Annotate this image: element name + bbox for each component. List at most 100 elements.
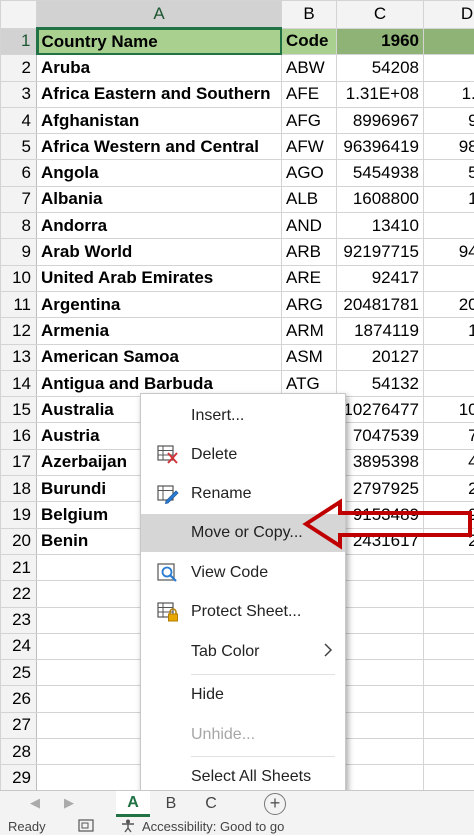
menu-item-tab-color[interactable]: Tab Color	[141, 633, 345, 671]
cell-1960[interactable]: 54132	[337, 370, 424, 396]
cell-1960-header[interactable]: 1960	[337, 28, 424, 55]
add-sheet-icon[interactable]: +	[264, 793, 286, 815]
cell-country-name[interactable]: Albania	[37, 186, 282, 212]
row-header[interactable]: 18	[1, 476, 37, 502]
row-header[interactable]: 15	[1, 397, 37, 423]
row-header[interactable]: 13	[1, 344, 37, 370]
cell-country-name[interactable]: United Arab Emirates	[37, 265, 282, 291]
menu-item-hide[interactable]: Hide	[141, 676, 345, 714]
cell-1960[interactable]: 1.31E+08	[337, 81, 424, 107]
row-header[interactable]: 4	[1, 107, 37, 133]
cell-1960[interactable]: 7047539	[337, 423, 424, 449]
cell-1961[interactable]: 10483	[424, 397, 474, 423]
cell-1960[interactable]	[337, 554, 424, 580]
cell-code[interactable]: AFW	[282, 134, 337, 160]
cell-1961[interactable]: 55	[424, 370, 474, 396]
cell-country-name[interactable]: Andorra	[37, 213, 282, 239]
cell-1960[interactable]: 1874119	[337, 318, 424, 344]
menu-item-view-code[interactable]: View Code	[141, 554, 345, 592]
cell-code[interactable]: AFG	[282, 107, 337, 133]
row-header[interactable]: 11	[1, 291, 37, 317]
cell-1961[interactable]: 94724	[424, 239, 474, 265]
cell-1960[interactable]: 8996967	[337, 107, 424, 133]
cell-country-name[interactable]: Africa Western and Central	[37, 134, 282, 160]
cell-1960[interactable]: 92197715	[337, 239, 424, 265]
next-sheet-icon[interactable]: ▶	[64, 795, 74, 811]
row-header[interactable]: 2	[1, 55, 37, 81]
cell-1961[interactable]: 7086	[424, 423, 474, 449]
cell-1960[interactable]: 1608800	[337, 186, 424, 212]
cell-code-header[interactable]: Code	[282, 28, 337, 55]
cell-1961[interactable]	[424, 607, 474, 633]
cell-1961[interactable]: 1941	[424, 318, 474, 344]
cell-1960[interactable]	[337, 581, 424, 607]
row-header[interactable]: 1	[1, 28, 37, 55]
cell-1960[interactable]	[337, 765, 424, 790]
cell-1961[interactable]	[424, 633, 474, 659]
select-all-corner[interactable]	[1, 1, 37, 29]
column-header-c[interactable]: C	[337, 1, 424, 29]
row-header[interactable]: 6	[1, 160, 37, 186]
row-header[interactable]: 25	[1, 660, 37, 686]
column-header-d[interactable]: D	[424, 1, 474, 29]
column-header-a[interactable]: A	[37, 1, 282, 29]
row-header[interactable]: 16	[1, 423, 37, 449]
cell-1961[interactable]	[424, 660, 474, 686]
cell-1961[interactable]: 9169	[424, 107, 474, 133]
cell-code[interactable]: ASM	[282, 344, 337, 370]
cell-code[interactable]: ALB	[282, 186, 337, 212]
cell-code[interactable]: AND	[282, 213, 337, 239]
sheet-tab-b[interactable]: B	[154, 791, 188, 817]
cell-country-name[interactable]: Angola	[37, 160, 282, 186]
row-header[interactable]: 3	[1, 81, 37, 107]
row-header[interactable]: 9	[1, 239, 37, 265]
previous-sheet-icon[interactable]: ◀	[30, 795, 40, 811]
cell-1961[interactable]	[424, 581, 474, 607]
cell-1961[interactable]: 5531	[424, 160, 474, 186]
cell-code[interactable]: ARE	[282, 265, 337, 291]
cell-country-name[interactable]: Aruba	[37, 55, 282, 81]
accessibility-status[interactable]: Accessibility: Good to go	[142, 819, 284, 834]
row-header[interactable]: 28	[1, 739, 37, 765]
row-header[interactable]: 5	[1, 134, 37, 160]
cell-country-name[interactable]: Africa Eastern and Southern	[37, 81, 282, 107]
row-header[interactable]: 20	[1, 528, 37, 554]
menu-item-delete[interactable]: Delete	[141, 436, 345, 474]
cell-1960[interactable]: 92417	[337, 265, 424, 291]
cell-code[interactable]: ARG	[282, 291, 337, 317]
row-header[interactable]: 29	[1, 765, 37, 790]
cell-1961[interactable]: 100	[424, 265, 474, 291]
cell-1961-header[interactable]: 1	[424, 28, 474, 55]
sheet-tab-a[interactable]: A	[116, 791, 150, 817]
row-header[interactable]: 27	[1, 712, 37, 738]
cell-country-name[interactable]: Armenia	[37, 318, 282, 344]
cell-1961[interactable]	[424, 712, 474, 738]
row-header[interactable]: 22	[1, 581, 37, 607]
sheet-tab-c[interactable]: C	[194, 791, 228, 817]
row-header[interactable]: 10	[1, 265, 37, 291]
cell-country-name[interactable]: Afghanistan	[37, 107, 282, 133]
cell-1960[interactable]: 96396419	[337, 134, 424, 160]
cell-1961[interactable]: 20	[424, 344, 474, 370]
cell-1960[interactable]	[337, 739, 424, 765]
cell-1960[interactable]: 20481781	[337, 291, 424, 317]
cell-1961[interactable]	[424, 686, 474, 712]
row-header[interactable]: 7	[1, 186, 37, 212]
cell-1961[interactable]: 55	[424, 55, 474, 81]
cell-1961[interactable]	[424, 765, 474, 790]
menu-item-insert[interactable]: Insert...	[141, 397, 345, 435]
cell-1960[interactable]: 54208	[337, 55, 424, 81]
cell-country-name[interactable]: American Samoa	[37, 344, 282, 370]
cell-code[interactable]: AGO	[282, 160, 337, 186]
cell-country-name[interactable]: Arab World	[37, 239, 282, 265]
cell-1960[interactable]: 13410	[337, 213, 424, 239]
row-header[interactable]: 14	[1, 370, 37, 396]
row-header[interactable]: 8	[1, 213, 37, 239]
menu-item-protect-sheet[interactable]: Protect Sheet...	[141, 593, 345, 631]
cell-1961[interactable]: 4030	[424, 449, 474, 475]
cell-1961[interactable]: 1659	[424, 186, 474, 212]
cell-1960[interactable]: 10276477	[337, 397, 424, 423]
cell-code[interactable]: AFE	[282, 81, 337, 107]
cell-1961[interactable]: 20817	[424, 291, 474, 317]
cell-1961[interactable]: 98407	[424, 134, 474, 160]
